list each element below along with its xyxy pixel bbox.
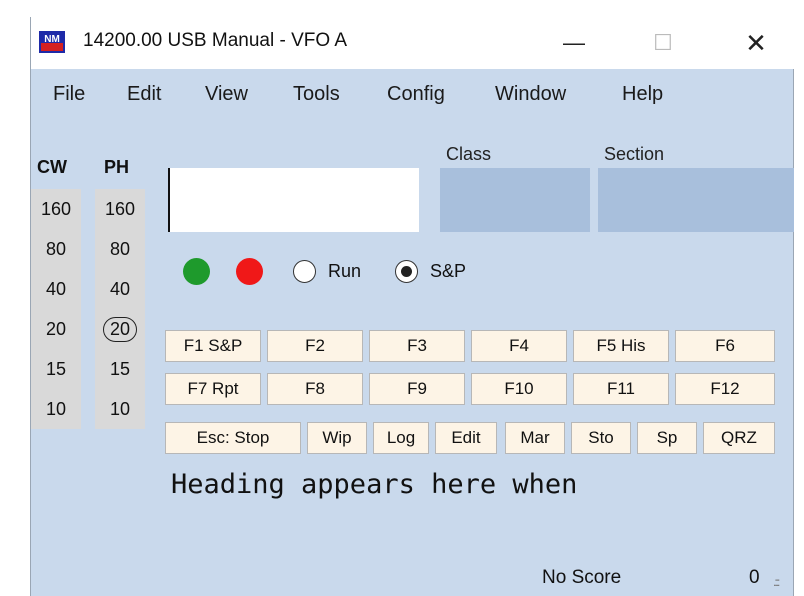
sp-radio[interactable] xyxy=(395,260,418,283)
resize-grip-icon[interactable]: .::: xyxy=(773,575,780,589)
f4-key[interactable]: F4 xyxy=(471,330,567,362)
score-status: No Score xyxy=(542,567,622,588)
cw-band-160[interactable]: 160 xyxy=(31,189,81,229)
menu-config[interactable]: Config xyxy=(387,83,445,106)
f1-key[interactable]: F1 S&P xyxy=(165,330,261,362)
f10-key[interactable]: F10 xyxy=(471,373,567,405)
ph-band-160[interactable]: 160 xyxy=(95,189,145,229)
cw-band-80[interactable]: 80 xyxy=(31,229,81,269)
sp-label: S&P xyxy=(430,261,467,281)
maximize-button[interactable]: ☐ xyxy=(628,17,698,69)
menu-help[interactable]: Help xyxy=(622,83,663,106)
menu-bar: File Edit View Tools Config Window Help xyxy=(31,69,795,117)
sto-button[interactable]: Sto xyxy=(571,422,631,454)
edit-button[interactable]: Edit xyxy=(435,422,497,454)
run-radio[interactable] xyxy=(293,260,316,283)
window-title: 14200.00 USB Manual - VFO A xyxy=(83,30,348,51)
menu-window[interactable]: Window xyxy=(495,83,566,106)
ph-band-10[interactable]: 10 xyxy=(95,389,145,429)
wip-button[interactable]: Wip xyxy=(307,422,367,454)
qrz-button[interactable]: QRZ xyxy=(703,422,775,454)
close-button[interactable]: ✕ xyxy=(721,17,791,69)
f12-key[interactable]: F12 xyxy=(675,373,775,405)
section-field[interactable] xyxy=(598,168,794,232)
red-status-indicator xyxy=(236,258,263,285)
cw-band-40[interactable]: 40 xyxy=(31,269,81,309)
ph-band-20-active[interactable]: 20 xyxy=(95,309,145,349)
cw-band-10[interactable]: 10 xyxy=(31,389,81,429)
menu-file[interactable]: File xyxy=(53,83,85,106)
log-button[interactable]: Log xyxy=(373,422,429,454)
score-count: 0 xyxy=(749,567,760,588)
f9-key[interactable]: F9 xyxy=(369,373,465,405)
svg-text:NM: NM xyxy=(44,34,60,45)
green-status-indicator xyxy=(183,258,210,285)
title-bar[interactable]: NM 14200.00 USB Manual - VFO A — ☐ ✕ xyxy=(31,17,795,69)
minimize-button[interactable]: — xyxy=(539,17,609,69)
entry-window: NM 14200.00 USB Manual - VFO A — ☐ ✕ Fil… xyxy=(30,17,795,596)
run-label: Run xyxy=(328,261,362,281)
cw-band-15[interactable]: 15 xyxy=(31,349,81,389)
f2-key[interactable]: F2 xyxy=(267,330,363,362)
section-label: Section xyxy=(604,144,665,164)
f5-key[interactable]: F5 His xyxy=(573,330,669,362)
esc-stop-button[interactable]: Esc: Stop xyxy=(165,422,301,454)
class-field[interactable] xyxy=(440,168,590,232)
ph-band-40[interactable]: 40 xyxy=(95,269,145,309)
n1mm-app-icon: NM xyxy=(39,31,65,53)
ph-band-80[interactable]: 80 xyxy=(95,229,145,269)
callsign-input[interactable] xyxy=(168,168,419,232)
active-band-indicator: 20 xyxy=(102,316,138,342)
menu-edit[interactable]: Edit xyxy=(127,83,161,106)
f3-key[interactable]: F3 xyxy=(369,330,465,362)
heading-info-text: Heading appears here when xyxy=(171,469,578,500)
sp-button[interactable]: Sp xyxy=(637,422,697,454)
f7-key[interactable]: F7 Rpt xyxy=(165,373,261,405)
f8-key[interactable]: F8 xyxy=(267,373,363,405)
menu-tools[interactable]: Tools xyxy=(293,83,340,106)
mar-button[interactable]: Mar xyxy=(505,422,565,454)
class-label: Class xyxy=(446,144,492,164)
cw-header: CW xyxy=(37,157,67,177)
cw-band-20[interactable]: 20 xyxy=(31,309,81,349)
ph-header: PH xyxy=(104,157,130,177)
ph-band-15[interactable]: 15 xyxy=(95,349,145,389)
f11-key[interactable]: F11 xyxy=(573,373,669,405)
f6-key[interactable]: F6 xyxy=(675,330,775,362)
menu-view[interactable]: View xyxy=(205,83,248,106)
